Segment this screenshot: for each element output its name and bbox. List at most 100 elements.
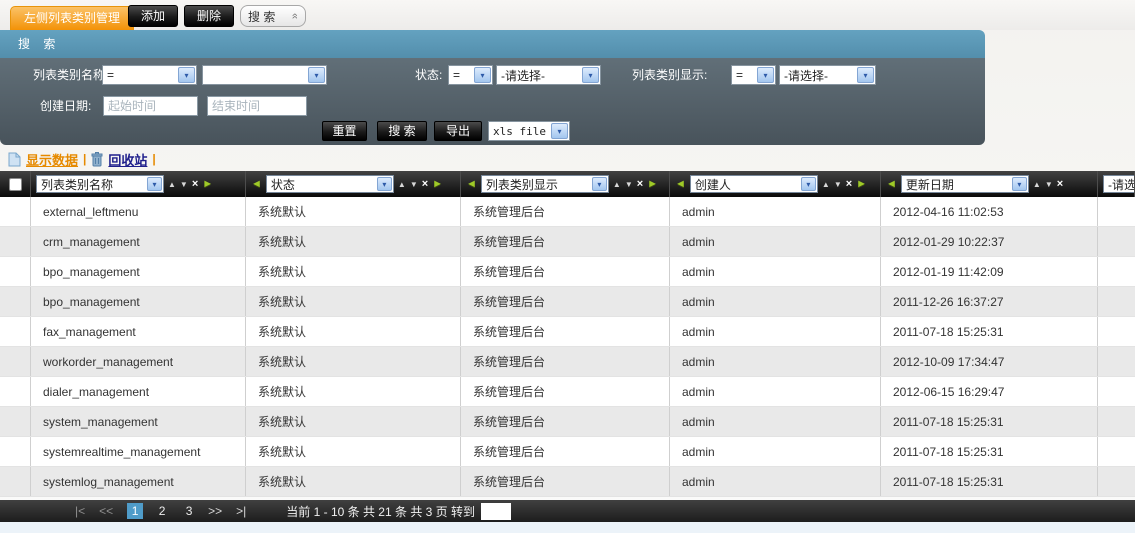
column-field-select[interactable]: 列表类别显示▾ [481,175,609,193]
sort-asc-icon[interactable]: ▲ [1033,180,1041,189]
column-field-select[interactable]: 列表类别名称▾ [36,175,164,193]
remove-column-icon[interactable]: × [1057,178,1063,190]
remove-column-icon[interactable]: × [192,178,198,190]
cell-name: external_leftmenu [31,197,246,226]
table-row[interactable]: systemlog_management系统默认系统管理后台admin2011-… [0,467,1135,497]
sort-desc-icon[interactable]: ▼ [410,180,418,189]
name-operator-select[interactable]: = ▾ [102,65,197,85]
cell-extra [1098,227,1135,256]
search-button[interactable]: 搜 索 [377,121,427,141]
chevron-down-icon: ▾ [377,177,392,191]
recycle-bin-link[interactable]: 回收站 [108,150,147,169]
show-data-link[interactable]: 显示数据 [26,150,78,169]
display-value-select[interactable]: -请选择- ▾ [779,65,876,85]
move-column-right-icon[interactable]: ► [647,178,658,190]
cell-name: systemrealtime_management [31,437,246,466]
remove-column-icon[interactable]: × [637,178,643,190]
grid-header-row: 列表类别名称▾ ▲ ▼ × ► ◄ 状态▾ ▲ ▼ × ► ◄ 列表类别显示▾ ▲ ▼ × ► ◄ 创建人▾ ▲ ▼ × ►… [0,171,1135,197]
sort-asc-icon[interactable]: ▲ [613,180,621,189]
table-row[interactable]: workorder_management系统默认系统管理后台admin2012-… [0,347,1135,377]
name-value-select[interactable]: ▾ [202,65,327,85]
status-value-select[interactable]: -请选择- ▾ [496,65,601,85]
chevron-down-icon: ▾ [178,67,195,83]
search-toggle-button[interactable]: 搜 索 » [240,5,306,27]
last-page-button[interactable]: >| [236,504,246,518]
chevron-down-icon: ▾ [308,67,325,83]
prev-page-button[interactable]: << [99,504,113,518]
sort-desc-icon[interactable]: ▼ [180,180,188,189]
grid-header-checkbox-cell [0,171,31,197]
cell-updated: 2012-06-15 16:29:47 [881,377,1098,406]
export-format-select[interactable]: xls file ▾ [488,121,570,141]
move-column-left-icon[interactable]: ◄ [675,178,686,190]
goto-page-input[interactable] [481,503,511,520]
cell-creator: admin [670,227,881,256]
sort-desc-icon[interactable]: ▼ [625,180,633,189]
cell-extra [1098,377,1135,406]
sort-asc-icon[interactable]: ▲ [822,180,830,189]
date-start-input[interactable] [103,96,198,116]
cell-status: 系统默认 [246,287,461,316]
tab-left-list-category-management[interactable]: 左侧列表类别管理 [10,6,134,30]
move-column-right-icon[interactable]: ► [202,178,213,190]
date-end-input[interactable] [207,96,307,116]
row-checkbox-cell [0,257,31,286]
page-number-button[interactable]: 1 [127,503,143,519]
grid-header-cell: ◄ 创建人▾ ▲ ▼ × ► [670,171,881,197]
column-field-select[interactable]: 创建人▾ [690,175,818,193]
sort-asc-icon[interactable]: ▲ [398,180,406,189]
move-column-left-icon[interactable]: ◄ [886,178,897,190]
row-checkbox-cell [0,227,31,256]
page-number-button[interactable]: 3 [181,503,197,519]
table-row[interactable]: system_management系统默认系统管理后台admin2011-07-… [0,407,1135,437]
bottom-strip [0,522,1135,533]
display-field-label: 列表类别显示: [632,65,707,85]
first-page-button[interactable]: |< [75,504,85,518]
table-row[interactable]: fax_management系统默认系统管理后台admin2011-07-18 … [0,317,1135,347]
status-operator-select[interactable]: = ▾ [448,65,493,85]
move-column-right-icon[interactable]: ► [432,178,443,190]
row-checkbox-cell [0,287,31,316]
export-button[interactable]: 导出 [434,121,482,141]
cell-display: 系统管理后台 [461,377,670,406]
table-row[interactable]: crm_management系统默认系统管理后台admin2012-01-29 … [0,227,1135,257]
cell-status: 系统默认 [246,347,461,376]
add-button[interactable]: 添加 [128,5,178,27]
display-operator-select[interactable]: = ▾ [731,65,776,85]
sort-asc-icon[interactable]: ▲ [168,180,176,189]
column-field-select[interactable]: -请选择-▾ [1103,175,1135,193]
column-field-label: -请选择- [1104,176,1135,193]
cell-updated: 2011-07-18 15:25:31 [881,437,1098,466]
sort-desc-icon[interactable]: ▼ [834,180,842,189]
page-number-button[interactable]: 2 [154,503,170,519]
column-field-select[interactable]: 更新日期▾ [901,175,1029,193]
grid-header-cell: -请选择-▾ [1098,171,1135,197]
table-row[interactable]: bpo_management系统默认系统管理后台admin2011-12-26 … [0,287,1135,317]
table-row[interactable]: bpo_management系统默认系统管理后台admin2012-01-19 … [0,257,1135,287]
cell-display: 系统管理后台 [461,467,670,496]
remove-column-icon[interactable]: × [846,178,852,190]
select-all-checkbox[interactable] [9,178,22,191]
table-row[interactable]: external_leftmenu系统默认系统管理后台admin2012-04-… [0,197,1135,227]
move-column-left-icon[interactable]: ◄ [466,178,477,190]
grid-body: external_leftmenu系统默认系统管理后台admin2012-04-… [0,197,1135,497]
chevron-down-icon: ▾ [857,67,874,83]
link-separator: | [152,152,155,166]
view-links-row: 显示数据 | 回收站 | [8,149,156,169]
remove-column-icon[interactable]: × [422,178,428,190]
reset-button[interactable]: 重置 [322,121,367,141]
row-checkbox-cell [0,407,31,436]
table-row[interactable]: systemrealtime_management系统默认系统管理后台admin… [0,437,1135,467]
search-panel-body: 列表类别名称: = ▾ ▾ 状态: = ▾ -请选择- ▾ 列表类别显示: = … [0,58,985,145]
move-column-right-icon[interactable]: ► [856,178,867,190]
next-page-button[interactable]: >> [208,504,222,518]
table-row[interactable]: dialer_management系统默认系统管理后台admin2012-06-… [0,377,1135,407]
column-field-select[interactable]: 状态▾ [266,175,394,193]
grid-header-cell: ◄ 更新日期▾ ▲ ▼ × [881,171,1098,197]
cell-status: 系统默认 [246,317,461,346]
sort-desc-icon[interactable]: ▼ [1045,180,1053,189]
delete-button[interactable]: 删除 [184,5,234,27]
cell-status: 系统默认 [246,227,461,256]
move-column-left-icon[interactable]: ◄ [251,178,262,190]
document-icon [8,152,21,167]
